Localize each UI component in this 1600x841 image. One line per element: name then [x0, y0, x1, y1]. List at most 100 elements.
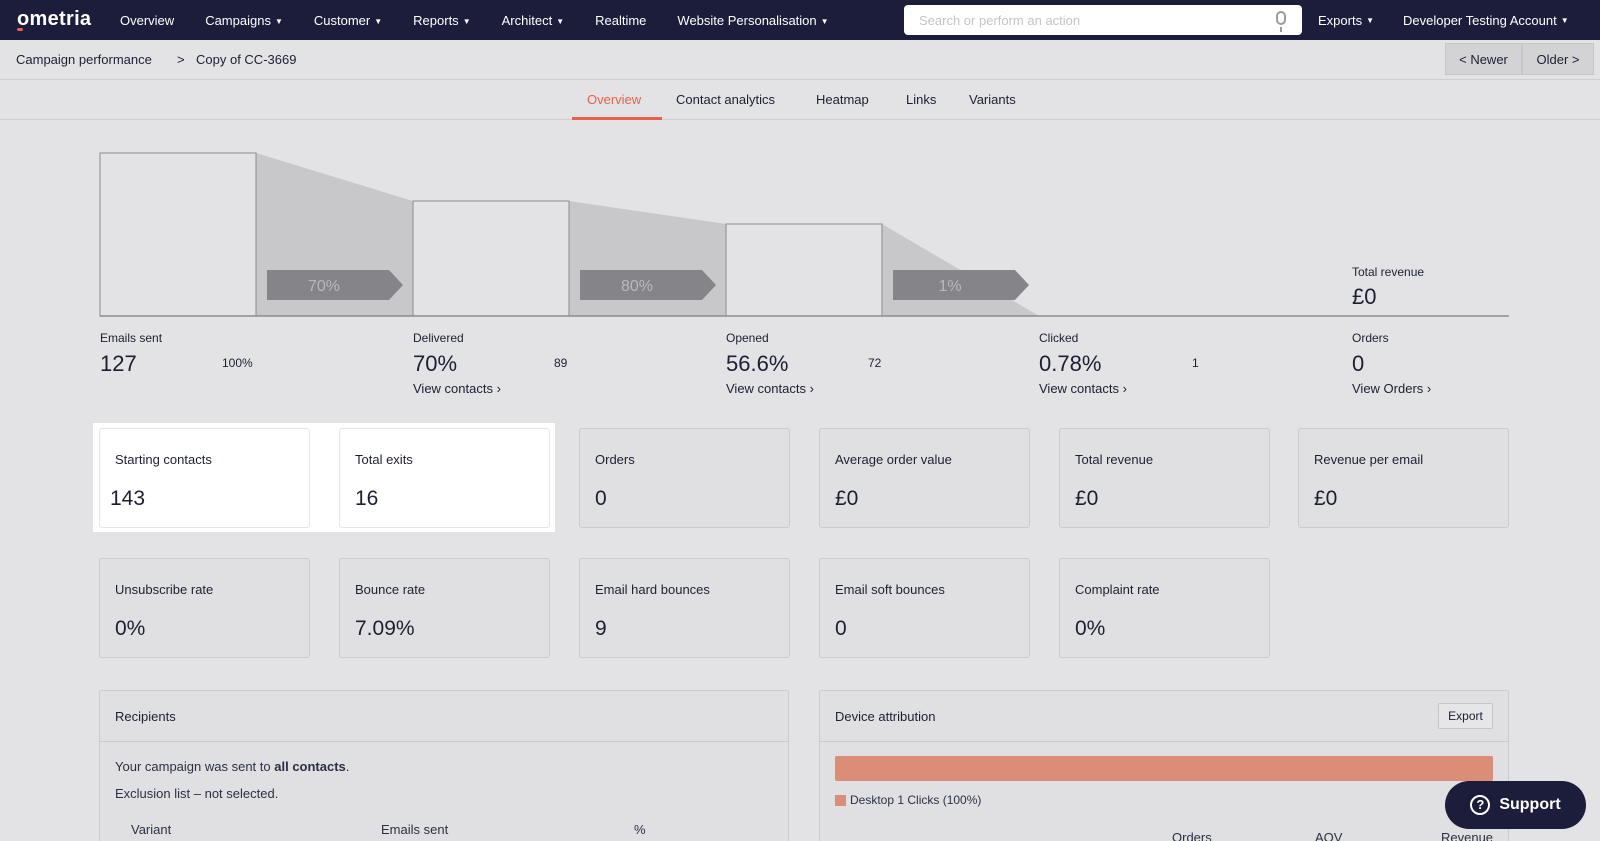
- divider: [100, 741, 788, 742]
- ometria-logo[interactable]: ometria: [17, 8, 91, 31]
- stage-label-opened: Opened: [726, 331, 769, 345]
- card-label: Orders: [595, 452, 635, 467]
- exports-menu[interactable]: Exports ▼: [1318, 0, 1374, 40]
- nav-item-reports-label: Reports: [413, 12, 459, 28]
- card-average-order-value: Average order value £0: [819, 428, 1030, 528]
- card-value: £0: [835, 487, 859, 510]
- breadcrumb: Campaign performance > Copy of CC-3669 <…: [0, 40, 1600, 80]
- account-menu-label: Developer Testing Account: [1403, 12, 1557, 28]
- view-orders-link[interactable]: View Orders ›: [1352, 381, 1431, 396]
- card-value: 0%: [115, 617, 146, 640]
- recipients-sent-target: all contacts: [274, 759, 346, 774]
- caret-down-icon: ▼: [1366, 15, 1374, 25]
- recipients-panel: Recipients Your campaign was sent to all…: [99, 690, 789, 841]
- view-contacts-clicked-link[interactable]: View contacts ›: [1039, 381, 1127, 396]
- view-contacts-delivered-link[interactable]: View contacts ›: [413, 381, 501, 396]
- legend-swatch: [835, 795, 846, 806]
- card-value: £0: [1314, 487, 1338, 510]
- card-label: Email soft bounces: [835, 582, 945, 597]
- microphone-icon[interactable]: [1276, 11, 1286, 32]
- account-menu[interactable]: Developer Testing Account ▼: [1403, 0, 1569, 40]
- nav-item-customer[interactable]: Customer ▼: [314, 13, 382, 28]
- support-label: Support: [1499, 796, 1561, 813]
- card-value: 0%: [1075, 617, 1106, 640]
- view-contacts-delivered-label: View contacts: [413, 381, 493, 396]
- card-bounce-rate: Bounce rate 7.09%: [339, 558, 550, 658]
- card-label: Starting contacts: [115, 452, 212, 467]
- device-attribution-title: Device attribution: [835, 709, 936, 724]
- card-value: 0: [595, 487, 607, 510]
- card-label: Revenue per email: [1314, 452, 1424, 467]
- search-input[interactable]: [904, 5, 1302, 35]
- funnel-bar-emails-sent: [99, 152, 257, 317]
- conversion-label-2: 80%: [621, 278, 653, 295]
- card-email-hard-bounces: Email hard bounces 9: [579, 558, 790, 658]
- stage-side-emails-sent: 100%: [222, 356, 253, 370]
- card-value: 0: [835, 617, 847, 640]
- view-contacts-opened-link[interactable]: View contacts ›: [726, 381, 814, 396]
- nav-item-website-personalisation-label: Website Personalisation: [677, 12, 817, 28]
- card-email-soft-bounces: Email soft bounces 0: [819, 558, 1030, 658]
- older-button[interactable]: Older >: [1522, 43, 1594, 75]
- nav-item-campaigns[interactable]: Campaigns ▼: [205, 13, 283, 28]
- caret-down-icon: ▼: [820, 16, 829, 26]
- nav-item-architect[interactable]: Architect ▼: [502, 13, 565, 28]
- logo-accent-dot: [17, 28, 23, 31]
- card-value: 9: [595, 617, 607, 640]
- stage-side-clicked: 1: [1192, 356, 1199, 370]
- funnel-bar-opened: [725, 223, 883, 317]
- breadcrumb-parent-link[interactable]: Campaign performance: [16, 52, 152, 67]
- export-button[interactable]: Export: [1438, 703, 1493, 729]
- card-label: Total exits: [355, 452, 413, 467]
- card-value: 16: [355, 487, 379, 510]
- stage-label-delivered: Delivered: [413, 331, 464, 345]
- tab-overview[interactable]: Overview: [587, 92, 641, 107]
- card-total-exits: Total exits 16: [339, 428, 550, 528]
- column-header-aov: AOV: [1315, 830, 1343, 841]
- nav-item-overview[interactable]: Overview: [120, 13, 174, 28]
- support-button[interactable]: ? Support: [1445, 781, 1586, 829]
- tab-contact-analytics[interactable]: Contact analytics: [676, 92, 775, 107]
- card-complaint-rate: Complaint rate 0%: [1059, 558, 1270, 658]
- tab-variants[interactable]: Variants: [969, 92, 1016, 107]
- tab-links[interactable]: Links: [906, 92, 936, 107]
- column-header-revenue: Revenue: [1441, 830, 1494, 841]
- card-label: Bounce rate: [355, 582, 426, 597]
- card-label: Total revenue: [1075, 452, 1154, 467]
- conversion-label-3: 1%: [938, 278, 961, 295]
- nav-item-website-personalisation[interactable]: Website Personalisation ▼: [677, 13, 828, 28]
- chevron-right-icon: ›: [809, 381, 814, 396]
- card-label: Average order value: [835, 452, 952, 467]
- caret-down-icon: ▼: [556, 16, 565, 26]
- card-label: Unsubscribe rate: [115, 582, 214, 597]
- breadcrumb-separator: >: [177, 52, 185, 67]
- card-label: Email hard bounces: [595, 582, 710, 597]
- desktop-share-bar: [835, 756, 1493, 781]
- caret-down-icon: ▼: [274, 16, 283, 26]
- top-navigation-bar: ometria Overview Campaigns ▼ Customer ▼ Re…: [0, 0, 1600, 40]
- stage-value-clicked: 0.78%: [1039, 351, 1102, 376]
- stage-value-delivered: 70%: [413, 351, 458, 376]
- stage-side-delivered: 89: [554, 356, 568, 370]
- column-header-orders: Orders: [1172, 830, 1212, 841]
- divider: [820, 741, 1508, 742]
- card-value: 143: [110, 487, 146, 510]
- card-orders: Orders 0: [579, 428, 790, 528]
- nav-item-realtime[interactable]: Realtime: [595, 13, 646, 28]
- nav-item-customer-label: Customer: [313, 12, 371, 28]
- view-contacts-opened-label: View contacts: [726, 381, 806, 396]
- column-header-emails-sent: Emails sent: [381, 822, 449, 837]
- card-total-revenue: Total revenue £0: [1059, 428, 1270, 528]
- stage-value-emails-sent: 127: [100, 351, 137, 376]
- tab-heatmap[interactable]: Heatmap: [816, 92, 869, 107]
- exports-menu-label: Exports: [1318, 12, 1363, 28]
- total-revenue-value: £0: [1352, 284, 1377, 309]
- tab-bar: Overview Contact analytics Heatmap Links…: [0, 80, 1600, 120]
- card-value: 7.09%: [355, 617, 415, 640]
- view-orders-label: View Orders: [1352, 381, 1424, 396]
- nav-item-reports[interactable]: Reports ▼: [413, 13, 470, 28]
- stage-value-orders: 0: [1352, 351, 1365, 376]
- breadcrumb-current: Copy of CC-3669: [196, 52, 297, 67]
- newer-button[interactable]: < Newer: [1445, 43, 1522, 75]
- caret-down-icon: ▼: [462, 16, 471, 26]
